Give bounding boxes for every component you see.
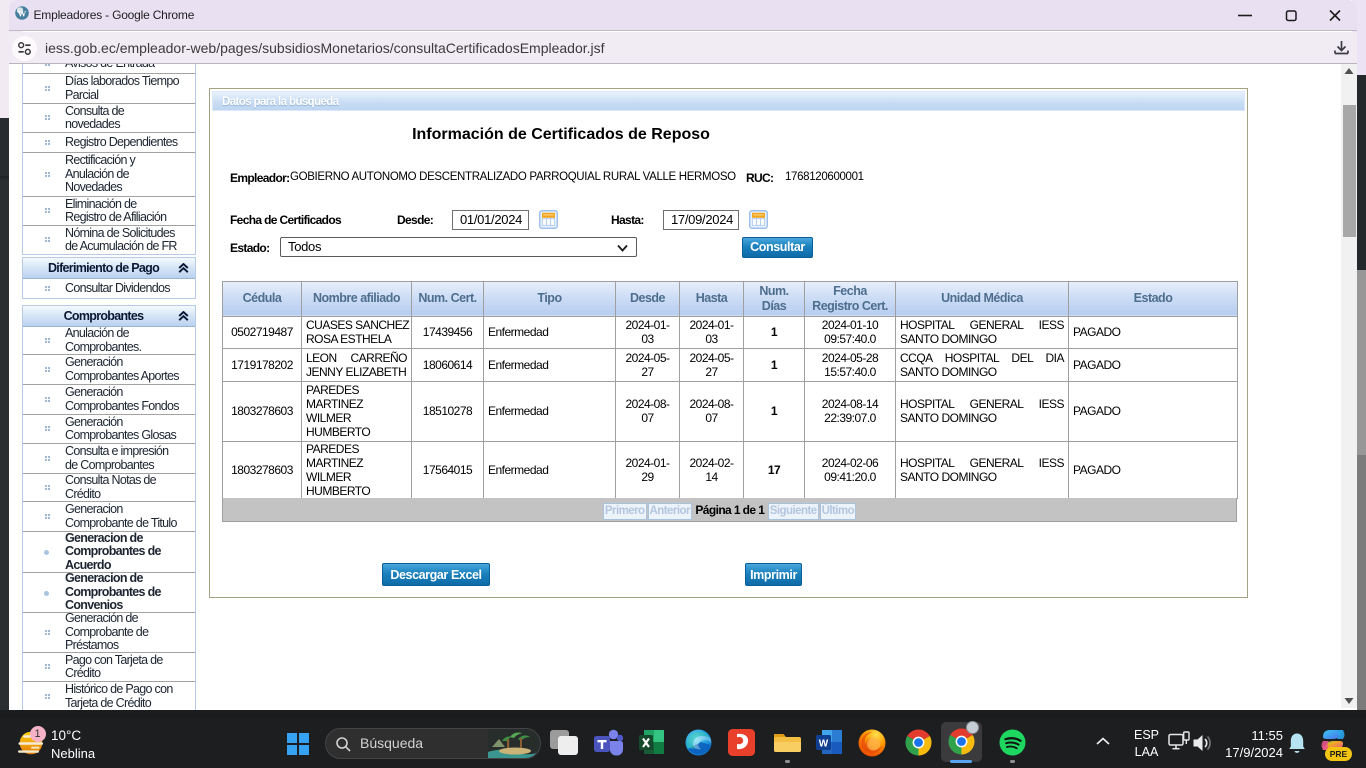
svg-text:W: W: [819, 739, 829, 750]
svg-text:W: W: [17, 8, 26, 18]
